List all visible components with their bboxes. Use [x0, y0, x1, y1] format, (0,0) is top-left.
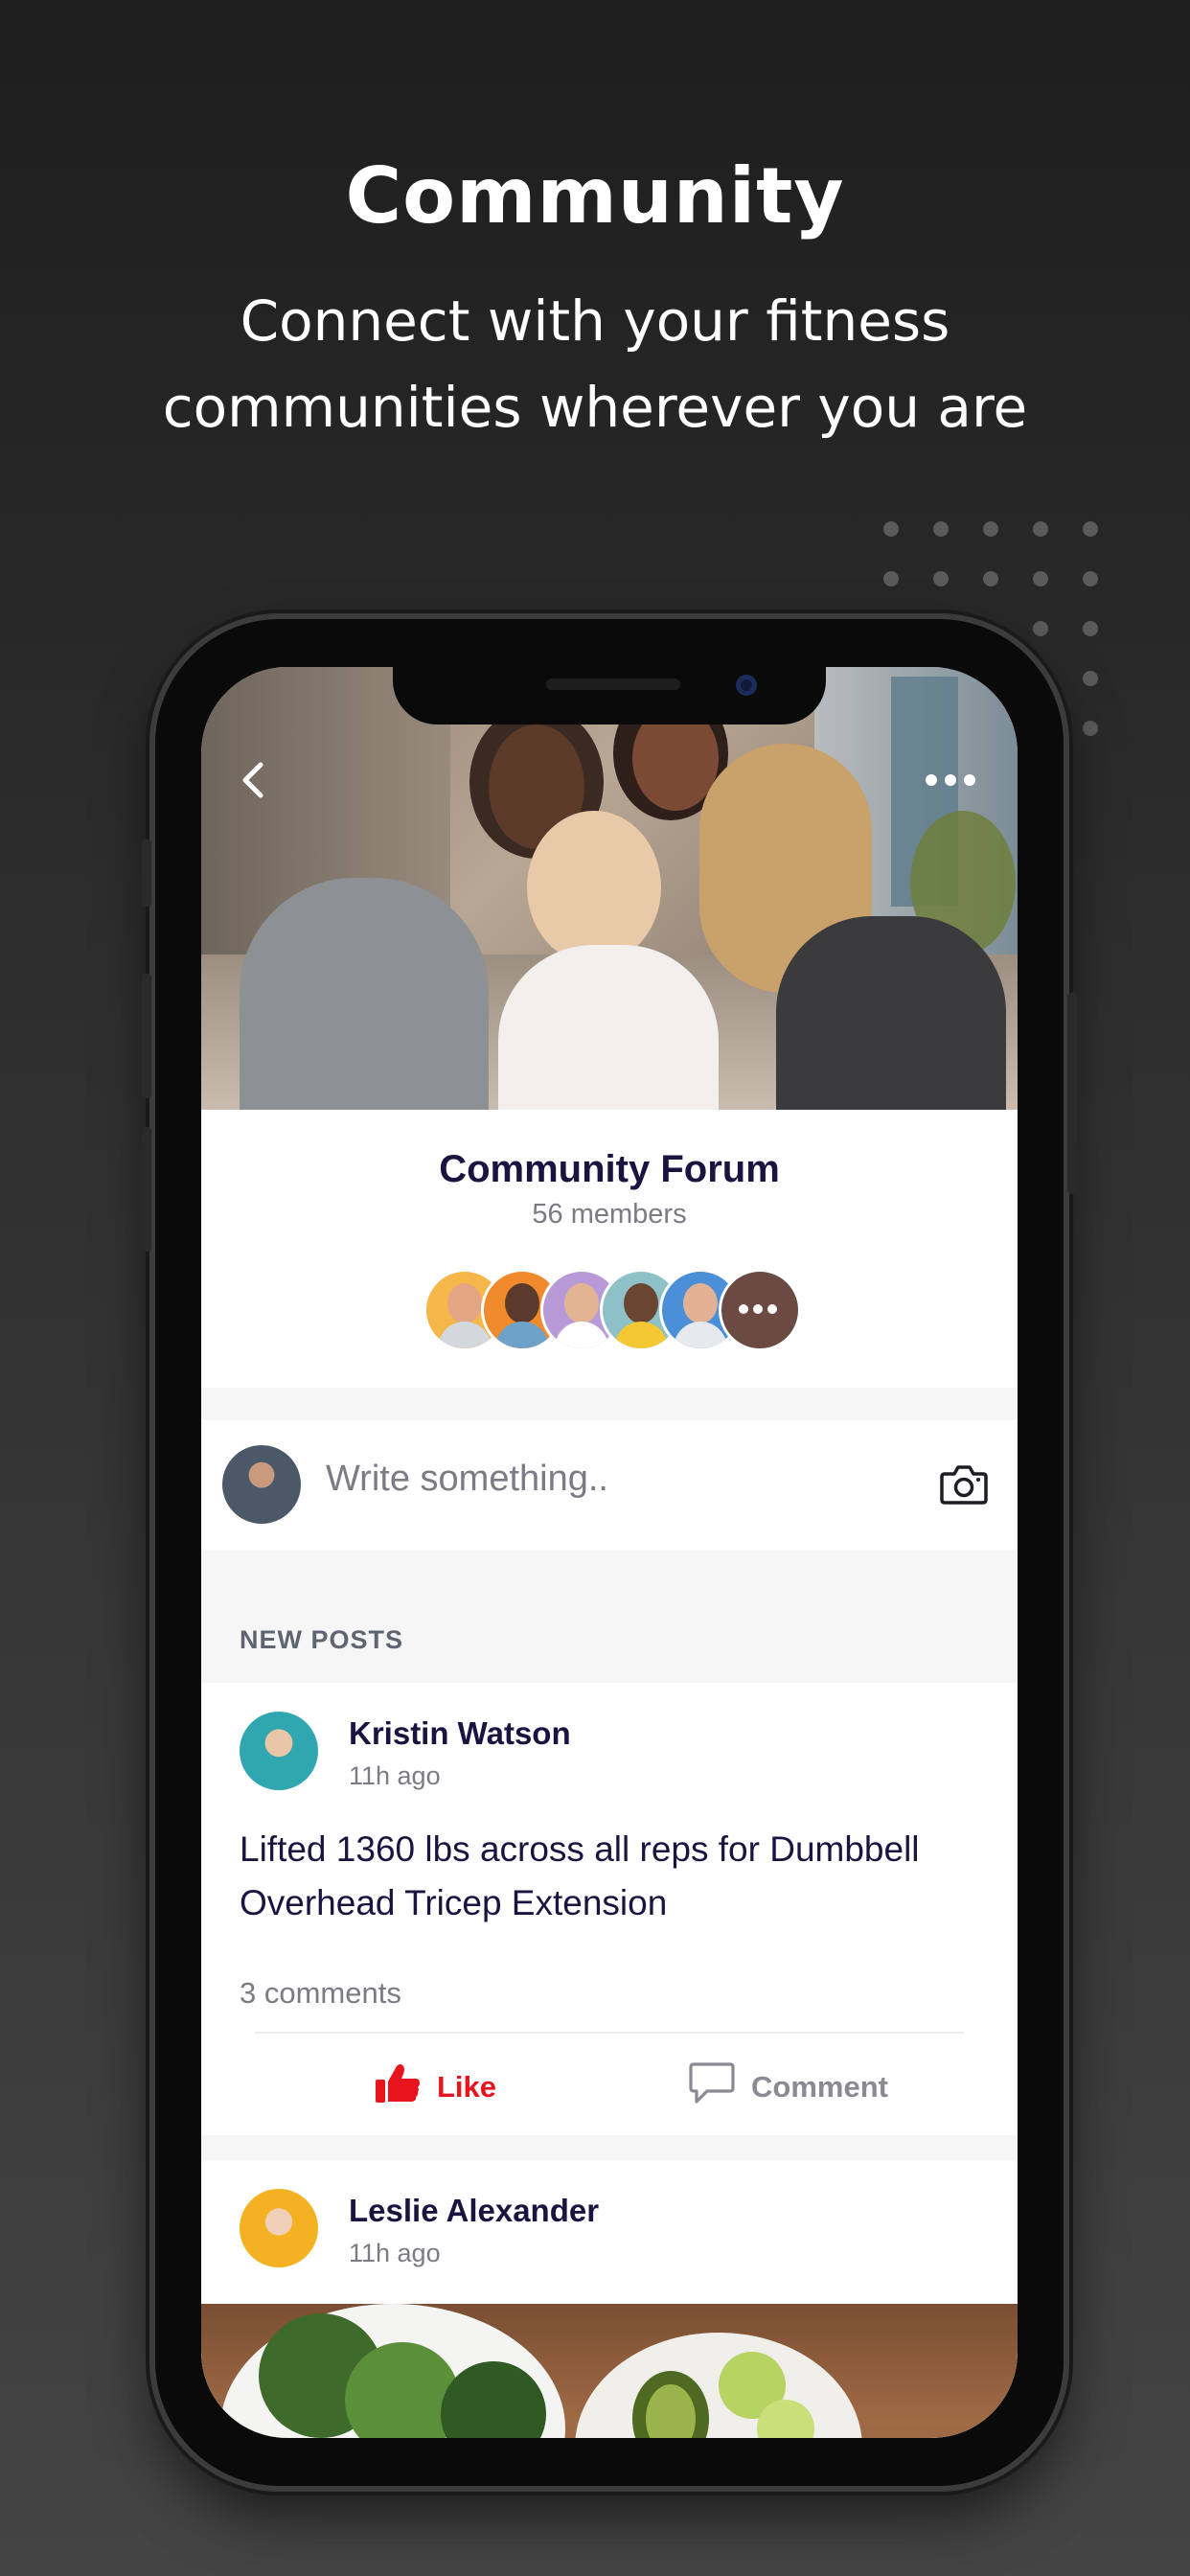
back-chevron-icon[interactable] [236, 759, 270, 801]
section-heading-new-posts: NEW POSTS [240, 1625, 404, 1654]
post-timestamp: 11h ago [349, 2239, 441, 2267]
phone-silent-switch [142, 840, 151, 907]
phone-frame: Community Forum 56 members Write somethi… [142, 619, 1077, 2486]
comment-count[interactable]: 3 comments [240, 1976, 401, 2011]
author-avatar[interactable] [240, 2189, 318, 2267]
post-divider [255, 2032, 964, 2034]
post-composer[interactable]: Write something.. [201, 1420, 1018, 1551]
more-horizontal-icon[interactable] [926, 769, 983, 792]
speaker-grille [546, 678, 680, 690]
author-avatar[interactable] [240, 1712, 318, 1790]
post-body: Lifted 1360 lbs across all reps for Dumb… [240, 1829, 920, 1922]
more-members-avatar[interactable] [719, 1269, 801, 1351]
write-post-input[interactable]: Write something.. [326, 1459, 608, 1500]
phone-notch [393, 667, 826, 724]
front-camera [736, 675, 757, 696]
group-title: Community Forum [439, 1148, 780, 1190]
member-count[interactable]: 56 members [201, 1199, 1018, 1230]
like-button[interactable]: Like [374, 2058, 496, 2116]
page-headline: Community [345, 151, 845, 241]
phone-volume-down [142, 1127, 151, 1252]
camera-icon[interactable] [939, 1462, 989, 1506]
phone-volume-up [142, 974, 151, 1098]
subtitle-line-2: communities wherever you are [162, 375, 1028, 440]
like-label: Like [437, 2070, 497, 2104]
group-cover-photo [201, 667, 1018, 1110]
current-user-avatar [222, 1445, 301, 1524]
page-subtitle: Connect with your fitness communities wh… [0, 278, 1190, 450]
post-card: Kristin Watson 11h ago Lifted 1360 lbs a… [201, 1683, 1018, 2135]
post-photo[interactable] [201, 2304, 1018, 2438]
phone-screen: Community Forum 56 members Write somethi… [201, 667, 1018, 2438]
post-card: Leslie Alexander 11h ago [201, 2160, 1018, 2438]
comment-button[interactable]: Comment [688, 2058, 888, 2116]
subtitle-line-1: Connect with your fitness [240, 288, 950, 354]
group-info-card: Community Forum 56 members [201, 1110, 1018, 1388]
post-author-name[interactable]: Kristin Watson [349, 1715, 571, 1752]
speech-bubble-icon [688, 2061, 736, 2113]
post-author-name[interactable]: Leslie Alexander [349, 2193, 599, 2229]
phone-power-button [1067, 993, 1077, 1194]
member-avatar-stack[interactable] [423, 1269, 826, 1351]
thumbs-up-icon [374, 2062, 422, 2112]
more-members-icon [739, 1304, 777, 1314]
comment-label: Comment [751, 2070, 888, 2104]
post-timestamp: 11h ago [349, 1761, 441, 1790]
